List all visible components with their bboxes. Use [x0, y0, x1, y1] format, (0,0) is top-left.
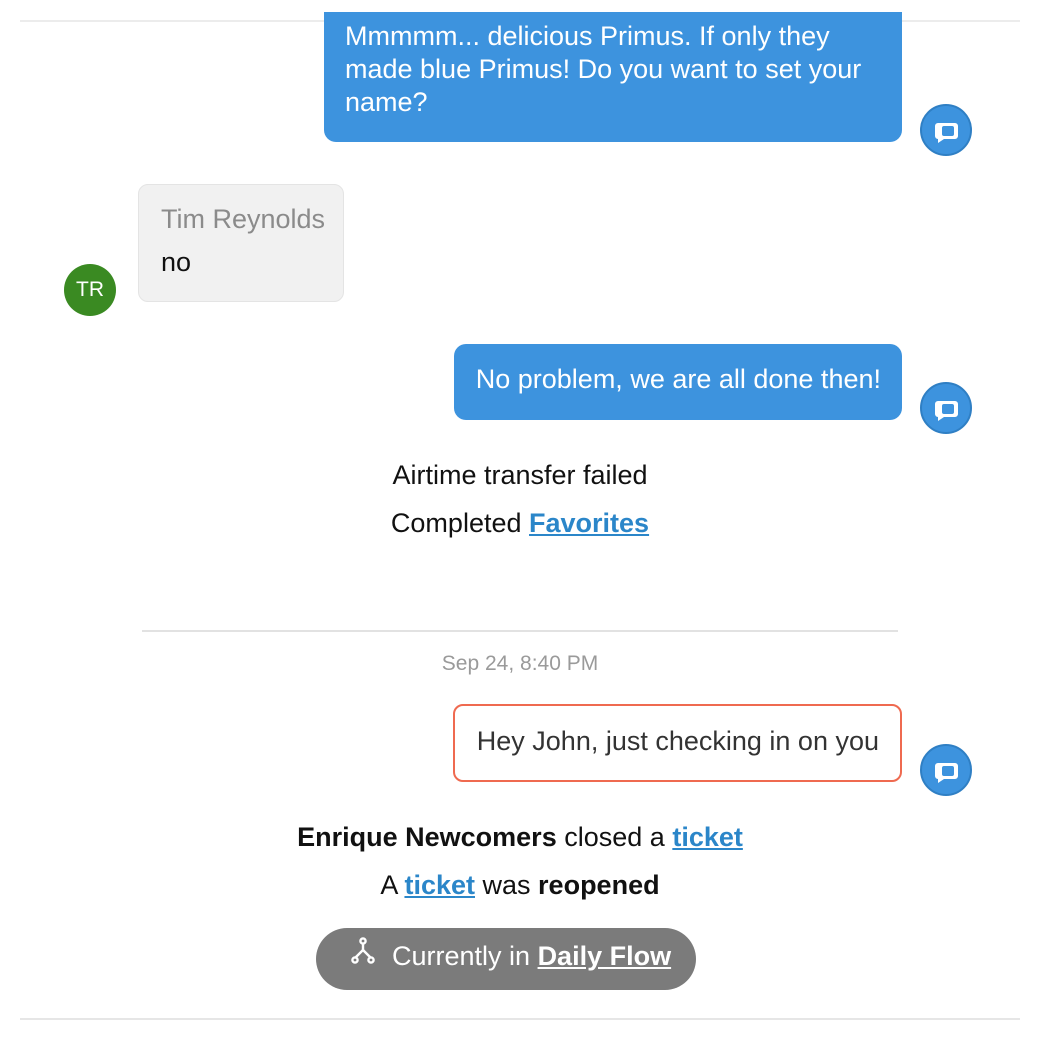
event-text: closed a [564, 822, 665, 852]
actor-name: Enrique Newcomers [297, 822, 557, 852]
chat-bubble-icon [935, 763, 958, 783]
favorites-link[interactable]: Favorites [529, 508, 649, 538]
flow-prefix: Currently in [392, 941, 531, 971]
timestamp: Sep 24, 8:40 PM [441, 652, 599, 675]
completed-event: Completed Favorites [0, 508, 1040, 539]
ticket-link[interactable]: ticket [672, 822, 743, 852]
bot-avatar [920, 104, 972, 156]
flow-link[interactable]: Daily Flow [538, 941, 672, 971]
contact-avatar: TR [64, 264, 116, 316]
incoming-message: Tim Reynolds no [138, 184, 344, 302]
event-text: A [380, 870, 397, 900]
airtime-event: Airtime transfer failed [392, 460, 648, 490]
bot-avatar [920, 744, 972, 796]
sender-name: Tim Reynolds [161, 204, 326, 234]
time-divider [142, 630, 898, 632]
ticket-link[interactable]: ticket [404, 870, 475, 900]
outgoing-message: Mmmmm... delicious Primus. If only they … [324, 12, 902, 142]
event-state: reopened [538, 870, 660, 900]
chat-bubble-icon [935, 123, 958, 143]
chat-bubble-icon [935, 401, 958, 421]
message-text: no [161, 247, 192, 277]
current-flow-pill: Currently in Daily Flow [316, 928, 696, 990]
ticket-closed-event: Enrique Newcomers closed a ticket [0, 822, 1040, 853]
outgoing-message: No problem, we are all done then! [453, 344, 902, 420]
bot-avatar [920, 382, 972, 434]
event-text: Completed [390, 508, 522, 538]
bottom-divider [20, 1018, 1020, 1020]
ticket-reopened-event: A ticket was reopened [0, 870, 1040, 901]
outgoing-message-pending: Hey John, just checking in on you [452, 704, 902, 782]
flow-split-icon [348, 936, 378, 973]
event-text: was [482, 870, 531, 900]
